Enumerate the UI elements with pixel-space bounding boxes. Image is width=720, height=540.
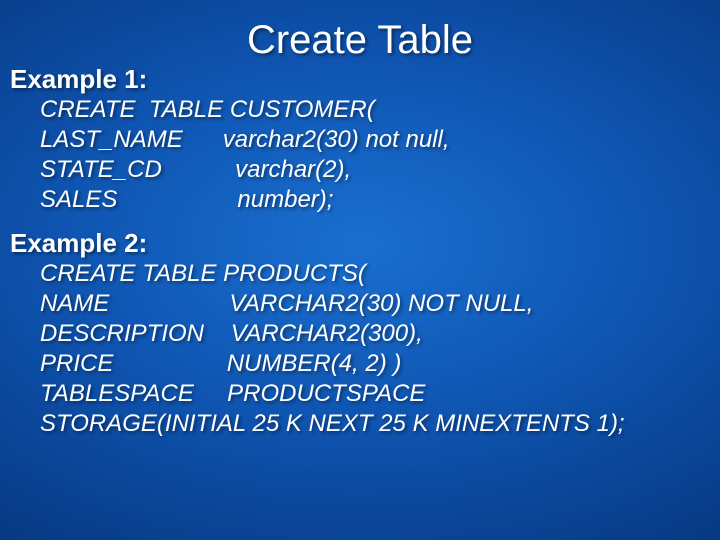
example-2-code-line: PRICE NUMBER(4, 2) ) (40, 349, 710, 379)
example-1-code-line: SALES number); (40, 185, 710, 215)
example-2-code-line: STORAGE(INITIAL 25 K NEXT 25 K MINEXTENT… (40, 409, 710, 439)
slide: Create Table Example 1: CREATE TABLE CUS… (0, 0, 720, 540)
slide-title: Create Table (10, 18, 710, 63)
example-1-label: Example 1: (10, 65, 710, 95)
example-1-code-line: LAST_NAME varchar2(30) not null, (40, 125, 710, 155)
spacer (10, 215, 710, 229)
example-2-code-line: TABLESPACE PRODUCTSPACE (40, 379, 710, 409)
example-2-code-line: DESCRIPTION VARCHAR2(300), (40, 319, 710, 349)
example-1-code-line: STATE_CD varchar(2), (40, 155, 710, 185)
example-2-code-line: CREATE TABLE PRODUCTS( (40, 259, 710, 289)
example-1-code-line: CREATE TABLE CUSTOMER( (40, 95, 710, 125)
example-2-label: Example 2: (10, 229, 710, 259)
example-2-code-line: NAME VARCHAR2(30) NOT NULL, (40, 289, 710, 319)
